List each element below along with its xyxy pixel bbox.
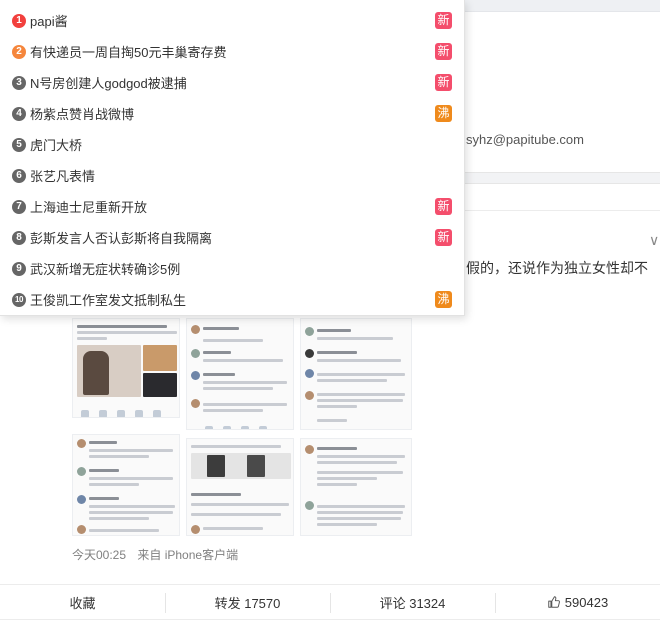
new-badge: 新 xyxy=(435,12,452,29)
post-image-1[interactable] xyxy=(72,318,180,418)
weibo-page: syhz@papitube.com ∨ 假的，还说作为独立女性却不 今天00:2… xyxy=(0,0,660,625)
chevron-down-icon[interactable]: ∨ xyxy=(649,232,659,249)
hot-search-text: 虎门大桥 xyxy=(30,138,83,153)
rank-number: 3 xyxy=(12,75,26,90)
post-time[interactable]: 今天00:25 xyxy=(72,548,126,562)
hot-search-text: 王俊凯工作室发文抵制私生 xyxy=(30,293,187,308)
hot-badge: 沸 xyxy=(435,291,452,308)
hot-search-text: 有快递员一周自掏50元丰巢寄存费 xyxy=(30,45,227,60)
hot-search-text: 彭斯发言人否认彭斯将自我隔离 xyxy=(30,231,213,246)
new-badge: 新 xyxy=(435,43,452,60)
repost-button[interactable]: 转发 17570 xyxy=(165,585,330,619)
rank-number: 6 xyxy=(12,168,26,183)
new-badge: 新 xyxy=(435,74,452,91)
hot-search-dropdown: 1 papi酱新 2 有快递员一周自掏50元丰巢寄存费新 3 N号房创建人godgod被逮… xyxy=(0,0,465,316)
like-count: 590423 xyxy=(564,594,609,610)
hot-search-text: papi酱 xyxy=(30,14,68,29)
post-image-3[interactable] xyxy=(300,318,412,430)
post-image-5[interactable] xyxy=(186,438,294,536)
hot-search-text: N号房创建人godgod被逮捕 xyxy=(30,76,187,91)
post-image-2[interactable] xyxy=(186,318,294,430)
comment-label: 评论 31324 xyxy=(379,595,446,611)
new-badge: 新 xyxy=(435,229,452,246)
hot-search-item[interactable]: 7 上海迪士尼重新开放 新 xyxy=(0,191,465,222)
hot-search-item[interactable]: 9 武汉新增无症状转确诊5例 xyxy=(0,253,465,284)
rank-number: 10 xyxy=(12,292,26,307)
rank-number: 4 xyxy=(12,106,26,121)
hot-search-item[interactable]: 6 张艺凡表情 xyxy=(0,160,465,191)
collect-label: 收藏 xyxy=(69,595,96,611)
post-image-6[interactable] xyxy=(300,438,412,536)
post-image-grid xyxy=(72,318,412,536)
hot-badge: 沸 xyxy=(435,105,452,122)
rank-number: 2 xyxy=(12,44,26,59)
hot-search-item[interactable]: 4 杨紫点赞肖战微博 沸 xyxy=(0,98,465,129)
thumbs-up-icon xyxy=(548,596,560,608)
comment-button[interactable]: 评论 31324 xyxy=(330,585,495,619)
post-text: 假的，还说作为独立女性却不 xyxy=(466,260,648,276)
hot-search-item[interactable]: 1 papi酱 新 xyxy=(0,5,465,36)
post-source: 来自 iPhone客户端 xyxy=(137,548,239,562)
rank-number: 9 xyxy=(12,261,26,276)
hot-search-item[interactable]: 8 彭斯发言人否认彭斯将自我隔离 新 xyxy=(0,222,465,253)
contact-email[interactable]: syhz@papitube.com xyxy=(466,132,584,147)
like-button[interactable]: 590423 xyxy=(495,585,660,619)
hot-search-text: 上海迪士尼重新开放 xyxy=(30,200,148,215)
rank-number: 8 xyxy=(12,230,26,245)
rank-number: 7 xyxy=(12,199,26,214)
hot-search-item[interactable]: 3 N号房创建人godgod被逮捕 新 xyxy=(0,67,465,98)
rank-number: 5 xyxy=(12,137,26,152)
hot-search-item[interactable]: 5 虎门大桥 xyxy=(0,129,465,160)
collect-button[interactable]: 收藏 xyxy=(0,585,165,619)
hot-search-item[interactable]: 2 有快递员一周自掏50元丰巢寄存费 新 xyxy=(0,36,465,67)
rank-number: 1 xyxy=(12,13,26,28)
hot-search-text: 张艺凡表情 xyxy=(30,169,96,184)
post-meta: 今天00:25 来自 iPhone客户端 xyxy=(72,546,246,563)
hot-search-text: 武汉新增无症状转确诊5例 xyxy=(30,262,181,277)
hot-search-text: 杨紫点赞肖战微博 xyxy=(30,107,135,122)
post-image-4[interactable] xyxy=(72,434,180,536)
post-action-bar: 收藏 转发 17570 评论 31324 590423 xyxy=(0,584,660,620)
hot-search-item[interactable]: 10 王俊凯工作室发文抵制私生 沸 xyxy=(0,284,465,315)
repost-label: 转发 17570 xyxy=(214,595,281,611)
new-badge: 新 xyxy=(435,198,452,215)
